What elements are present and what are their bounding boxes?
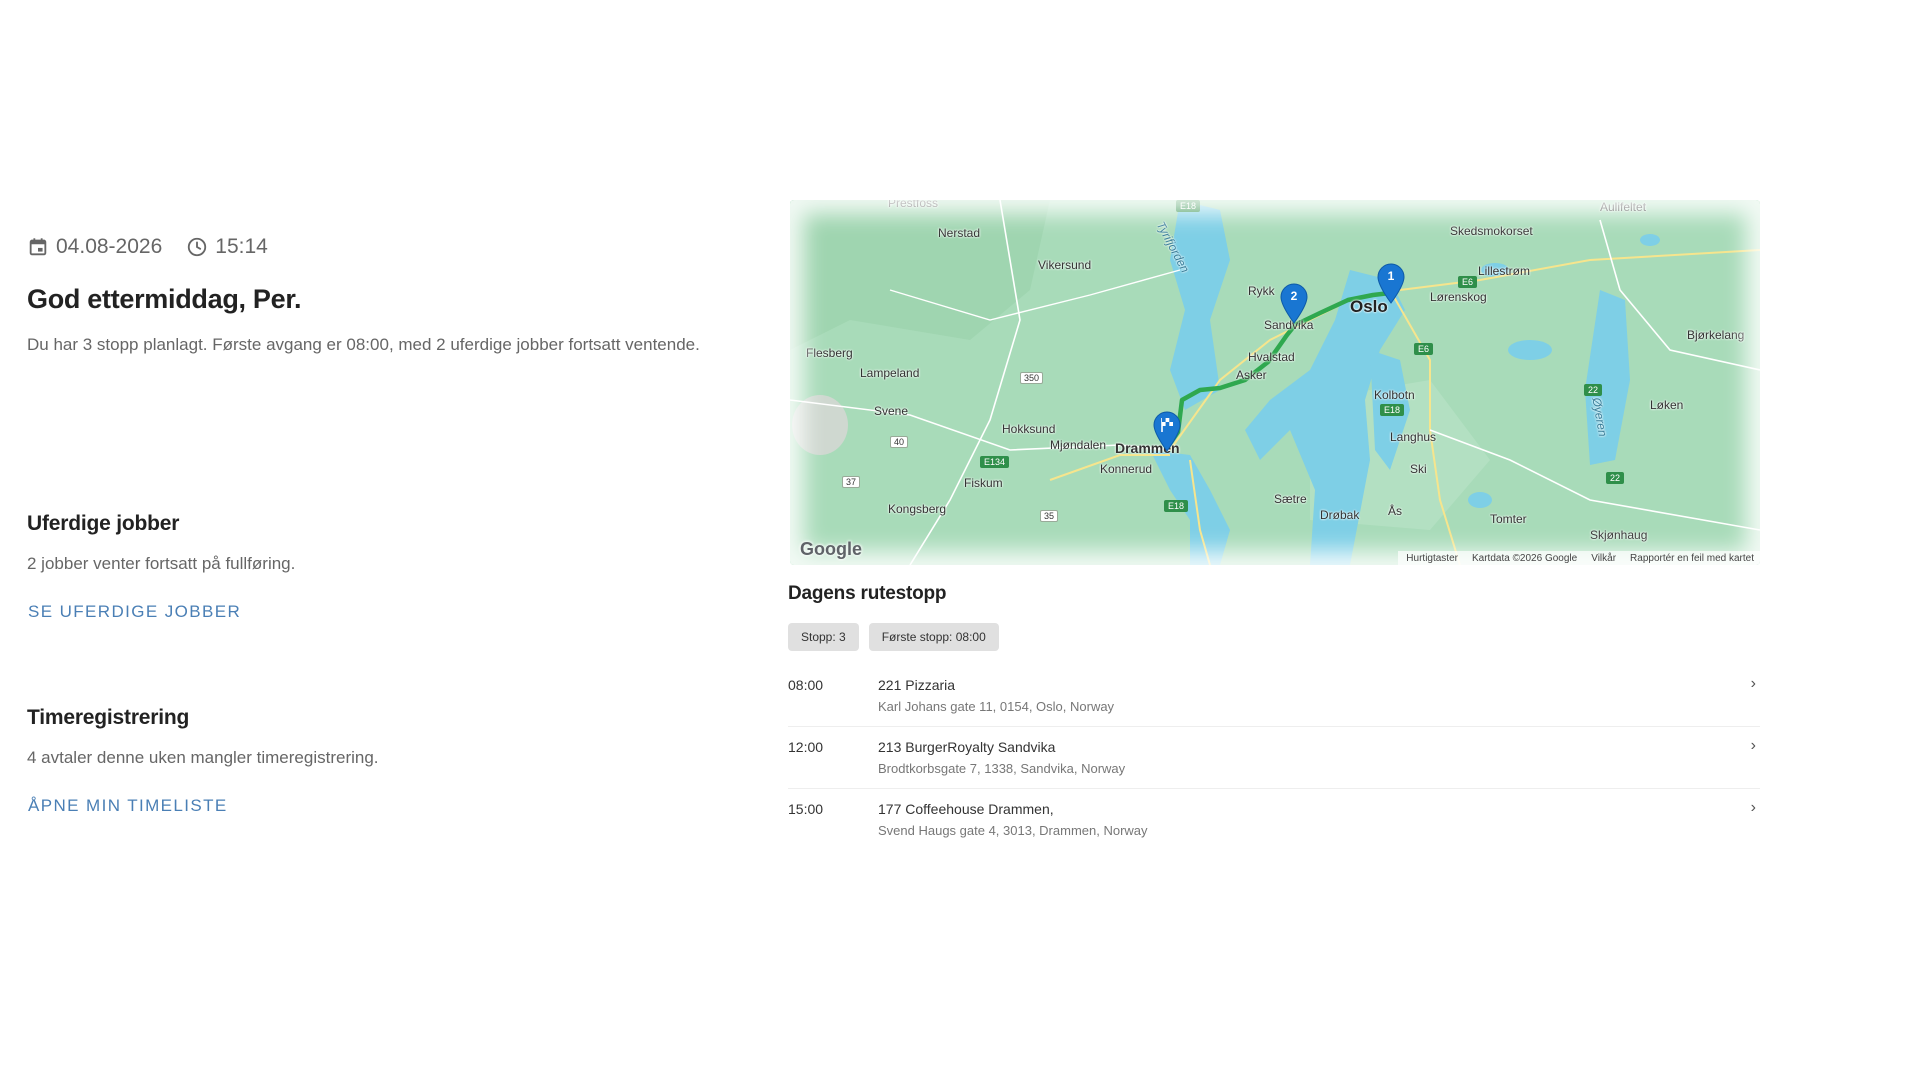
- see-unfinished-jobs-link[interactable]: SE UFERDIGE JOBBER: [28, 602, 241, 622]
- stop-address: Svend Haugs gate 4, 3013, Drammen, Norwa…: [878, 823, 1148, 838]
- stop-info: 221 Pizzaria Karl Johans gate 11, 0154, …: [878, 677, 1114, 726]
- stop-name: 177 Coffeehouse Drammen,: [878, 801, 1054, 817]
- stop-name: 213 BurgerRoyalty Sandvika: [878, 739, 1056, 755]
- map-marker-destination[interactable]: [1152, 410, 1182, 452]
- road-shield: E6: [1414, 343, 1434, 355]
- road-shield: E134: [980, 456, 1010, 468]
- map-data-text: Kartdata ©2026 Google: [1471, 552, 1578, 564]
- stop-item[interactable]: 15:00 177 Coffeehouse Drammen, Svend Hau…: [788, 789, 1760, 851]
- road-shield: 22: [1584, 384, 1603, 396]
- map-label-asker: Asker: [1236, 368, 1267, 382]
- stop-list: 08:00 221 Pizzaria Karl Johans gate 11, …: [788, 665, 1760, 851]
- stop-item[interactable]: 08:00 221 Pizzaria Karl Johans gate 11, …: [788, 665, 1760, 727]
- timesheet-title: Timeregistrering: [27, 706, 190, 729]
- map-label-hokksund: Hokksund: [1002, 422, 1056, 436]
- stop-address: Brodtkorbsgate 7, 1338, Sandvika, Norway: [878, 761, 1126, 776]
- map-label-nerstad: Nerstad: [938, 226, 981, 240]
- unfinished-jobs-text: 2 jobber venter fortsatt på fullføring.: [27, 554, 296, 573]
- timesheet-section: Timeregistrering 4 avtaler denne uken ma…: [27, 706, 747, 816]
- date-text: 04.08-2026: [56, 235, 163, 258]
- map-label-langhus: Langhus: [1390, 430, 1437, 444]
- stop-info: 177 Coffeehouse Drammen, Svend Haugs gat…: [878, 801, 1148, 851]
- map-label-prestfoss: Prestfoss: [888, 200, 939, 210]
- time-display: 15:14: [186, 235, 268, 259]
- road-shield: 35: [1040, 510, 1059, 522]
- report-error-link[interactable]: Rapportér en feil med kartet: [1630, 553, 1754, 564]
- keyboard-shortcuts-link[interactable]: Hurtigtaster: [1406, 553, 1458, 564]
- stop-count-chip: Stopp: 3: [788, 623, 859, 651]
- stop-time: 12:00: [788, 739, 824, 755]
- road-shield: 22: [1606, 472, 1625, 484]
- map-label-ski: Ski: [1410, 462, 1427, 476]
- map-label-as: Ås: [1388, 504, 1403, 518]
- stop-address: Karl Johans gate 11, 0154, Oslo, Norway: [878, 699, 1115, 714]
- map-label-skjonhaug: Skjønhaug: [1590, 528, 1648, 542]
- map-marker-stop-1[interactable]: 1: [1376, 262, 1406, 304]
- map-label-saetre: Sætre: [1274, 492, 1307, 506]
- map-attribution: Hurtigtaster Kartdata ©2026 Google Vilkå…: [1398, 551, 1760, 565]
- map-label-tomter: Tomter: [1490, 512, 1527, 526]
- route-stops-panel: Dagens rutestopp Stopp: 3 Første stopp: …: [788, 583, 1760, 851]
- stop-time: 15:00: [788, 801, 824, 817]
- unfinished-jobs-title: Uferdige jobber: [27, 512, 180, 535]
- map-label-drobak: Drøbak: [1320, 508, 1360, 522]
- chevron-right-icon: ›: [1750, 737, 1756, 754]
- map-label-mjondalen: Mjøndalen: [1050, 438, 1107, 452]
- timesheet-text: 4 avtaler denne uken mangler timeregistr…: [27, 748, 379, 767]
- open-timesheet-link[interactable]: ÅPNE MIN TIMELISTE: [28, 796, 228, 816]
- route-stops-title: Dagens rutestopp: [788, 583, 947, 604]
- road-shield: 40: [890, 436, 909, 448]
- map-label-vikersund: Vikersund: [1038, 258, 1092, 272]
- clock-icon: [188, 237, 207, 257]
- map-label-aulifeltet: Aulifeltet: [1600, 200, 1647, 214]
- map-label-lillestrom: Lillestrøm: [1478, 264, 1531, 278]
- map-label-rykkinn: Rykk: [1248, 284, 1275, 298]
- marker-number: 1: [1387, 269, 1395, 283]
- map-label-lampeland: Lampeland: [860, 366, 920, 380]
- map-label-konnerud: Konnerud: [1100, 462, 1153, 476]
- greeting-title: God ettermiddag, Per.: [27, 284, 302, 314]
- map-label-svene: Svene: [874, 404, 909, 418]
- map-label-flesberg: Flesberg: [806, 346, 853, 360]
- map-label-loken: Løken: [1650, 398, 1684, 412]
- marker-number: 2: [1290, 289, 1298, 303]
- map-label-kolbotn: Kolbotn: [1374, 388, 1415, 402]
- stop-name: 221 Pizzaria: [878, 677, 956, 693]
- stop-time: 08:00: [788, 677, 824, 693]
- chevron-right-icon: ›: [1750, 675, 1756, 692]
- map-label-bjorkelangen: Bjørkelang: [1687, 328, 1745, 342]
- map-label-lorenskog: Lørenskog: [1430, 290, 1487, 304]
- date-display: 04.08-2026: [27, 235, 162, 259]
- date-time-row: 04.08-2026 15:14: [27, 230, 767, 264]
- road-shield: E18: [1176, 200, 1201, 212]
- greeting-panel: 04.08-2026 15:14 God ettermiddag, Per. D…: [27, 230, 767, 355]
- road-shield: E18: [1380, 404, 1405, 416]
- time-text: 15:14: [215, 235, 268, 258]
- unfinished-jobs-section: Uferdige jobber 2 jobber venter fortsatt…: [27, 512, 747, 622]
- road-shield: 350: [1020, 372, 1044, 384]
- map-label-fiskum: Fiskum: [964, 476, 1003, 490]
- map-label-skedsmokorset: Skedsmokorset: [1450, 224, 1533, 238]
- road-shield: E6: [1458, 276, 1478, 288]
- chevron-right-icon: ›: [1750, 799, 1756, 816]
- map-marker-stop-2[interactable]: 2: [1279, 282, 1309, 324]
- day-summary: Du har 3 stopp planlagt. Første avgang e…: [27, 335, 700, 354]
- google-logo: Google: [800, 539, 862, 559]
- map-label-hvalstad: Hvalstad: [1248, 350, 1295, 364]
- road-shield: E18: [1164, 500, 1189, 512]
- map-label-kongsberg: Kongsberg: [888, 502, 947, 516]
- stop-info: 213 BurgerRoyalty Sandvika Brodtkorbsgat…: [878, 739, 1125, 788]
- route-chips: Stopp: 3 Første stopp: 08:00: [788, 623, 1760, 651]
- stop-item[interactable]: 12:00 213 BurgerRoyalty Sandvika Brodtko…: [788, 727, 1760, 789]
- calendar-icon: [29, 238, 47, 256]
- route-map[interactable]: Prestfoss Nerstad Vikersund Tyrifjorden …: [790, 200, 1760, 565]
- first-stop-chip: Første stopp: 08:00: [868, 623, 999, 651]
- road-shield: 37: [842, 476, 861, 488]
- terms-link[interactable]: Vilkår: [1591, 553, 1616, 564]
